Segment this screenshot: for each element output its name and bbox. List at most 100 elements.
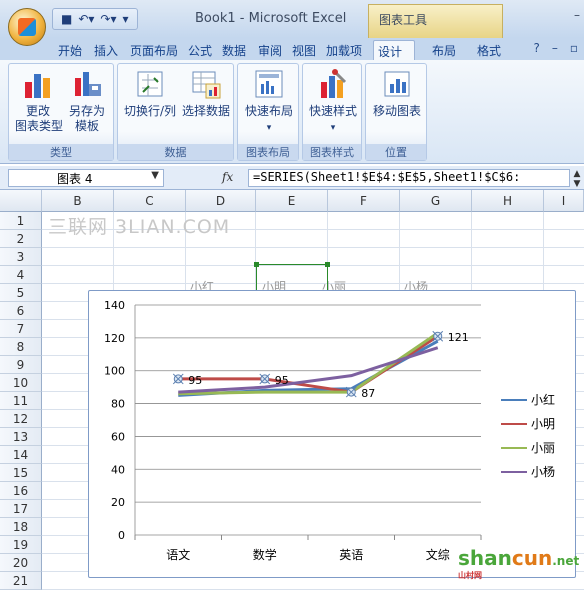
tab-design[interactable]: 设计 bbox=[373, 40, 415, 60]
column-header[interactable]: B bbox=[42, 190, 114, 212]
y-tick-label: 20 bbox=[111, 496, 125, 509]
name-box-value: 图表 4 bbox=[57, 172, 93, 186]
row-header[interactable]: 2 bbox=[0, 230, 42, 248]
move-chart-button[interactable]: 移动图表 bbox=[369, 68, 425, 119]
formula-bar: 图表 4 ▼ fx =SERIES(Sheet1!$E$4:$E$5,Sheet… bbox=[0, 166, 584, 190]
legend-swatch bbox=[501, 422, 527, 425]
watermark-text: 三联网 3LIAN.COM bbox=[48, 216, 231, 238]
redo-icon[interactable]: ↷▾ bbox=[100, 12, 116, 26]
row-header[interactable]: 11 bbox=[0, 392, 42, 410]
row-header[interactable]: 1 bbox=[0, 212, 42, 230]
data-label: 87 bbox=[361, 387, 375, 400]
save-icon[interactable]: ■ bbox=[61, 12, 72, 26]
formula-input[interactable]: =SERIES(Sheet1!$E$4:$E$5,Sheet1!$C$6: bbox=[248, 169, 570, 187]
chart-type-icon bbox=[22, 68, 54, 100]
move-chart-label: 移动图表 bbox=[372, 104, 421, 118]
tab-page-layout[interactable]: 页面布局 bbox=[126, 40, 182, 60]
row-header[interactable]: 18 bbox=[0, 518, 42, 536]
row-header[interactable]: 13 bbox=[0, 428, 42, 446]
chart-tools-context: 图表工具 bbox=[368, 4, 503, 38]
row-header[interactable]: 6 bbox=[0, 302, 42, 320]
row-header[interactable]: 7 bbox=[0, 320, 42, 338]
row-header[interactable]: 20 bbox=[0, 554, 42, 572]
row-header[interactable]: 21 bbox=[0, 572, 42, 590]
legend-item[interactable]: 小明 bbox=[501, 415, 555, 432]
column-header[interactable]: G bbox=[400, 190, 472, 212]
quick-access-toolbar: ■ ↶▾ ↷▾ ▾ bbox=[52, 8, 138, 30]
row-header[interactable]: 9 bbox=[0, 356, 42, 374]
name-box-dropdown-icon[interactable]: ▼ bbox=[151, 170, 159, 181]
switch-row-column-icon bbox=[134, 68, 166, 100]
restore-icon[interactable]: ▫ bbox=[570, 41, 578, 55]
select-data-button[interactable]: 选择数据 bbox=[180, 68, 232, 119]
quick-layout-button[interactable]: 快速布局 ▾ bbox=[242, 68, 296, 136]
undo-icon[interactable]: ↶▾ bbox=[78, 12, 94, 26]
logo-text-accent: cun bbox=[511, 546, 553, 570]
tab-data[interactable]: 数据 bbox=[218, 40, 250, 60]
column-header[interactable]: I bbox=[544, 190, 584, 212]
switch-row-column-button[interactable]: 切换行/列 bbox=[122, 68, 178, 119]
tab-view[interactable]: 视图 bbox=[288, 40, 320, 60]
insert-function-icon[interactable]: fx bbox=[222, 170, 233, 184]
name-box[interactable]: 图表 4 ▼ bbox=[8, 169, 164, 187]
row-header[interactable]: 8 bbox=[0, 338, 42, 356]
save-template-icon bbox=[71, 68, 103, 100]
y-tick-label: 0 bbox=[118, 529, 125, 542]
tab-review[interactable]: 审阅 bbox=[254, 40, 286, 60]
tab-format[interactable]: 格式 bbox=[473, 40, 505, 60]
move-chart-icon bbox=[381, 68, 413, 100]
quick-styles-dropdown-icon: ▾ bbox=[330, 123, 336, 133]
group-chart-styles: 快速样式 ▾ 图表样式 bbox=[302, 63, 362, 161]
select-all-corner[interactable] bbox=[0, 190, 42, 212]
column-header[interactable]: C bbox=[114, 190, 186, 212]
legend-item[interactable]: 小丽 bbox=[501, 439, 555, 456]
tab-formulas[interactable]: 公式 bbox=[184, 40, 216, 60]
column-header[interactable]: F bbox=[328, 190, 400, 212]
save-as-template-button[interactable]: 另存为 模板 bbox=[65, 68, 109, 134]
formula-expand-icon[interactable]: ▲ ▼ bbox=[572, 169, 582, 189]
row-header[interactable]: 16 bbox=[0, 482, 42, 500]
logo-text-suffix: .net bbox=[552, 554, 580, 568]
legend-swatch bbox=[501, 470, 527, 473]
row-header[interactable]: 12 bbox=[0, 410, 42, 428]
line-chart[interactable]: 0 20 40 60 80 100 120 140 语文 数学 英语 文综 95 95 87 121 小红 小明… bbox=[88, 290, 576, 578]
window-controls: – bbox=[574, 8, 580, 22]
quick-styles-button[interactable]: 快速样式 ▾ bbox=[306, 68, 360, 136]
minimize-icon[interactable]: – bbox=[574, 8, 580, 22]
row-header[interactable]: 17 bbox=[0, 500, 42, 518]
column-header[interactable]: E bbox=[256, 190, 328, 212]
help-icon[interactable]: ? bbox=[533, 41, 539, 55]
tab-addins[interactable]: 加载项 bbox=[322, 40, 366, 60]
tab-home[interactable]: 开始 bbox=[54, 40, 86, 60]
customize-qat-icon[interactable]: ▾ bbox=[123, 12, 129, 26]
office-button[interactable] bbox=[8, 8, 46, 46]
row-header[interactable]: 19 bbox=[0, 536, 42, 554]
x-tick-label: 数学 bbox=[253, 547, 277, 562]
legend-label: 小明 bbox=[531, 417, 556, 431]
quick-layout-icon bbox=[253, 68, 285, 100]
site-logo: shancun.net 山村网 bbox=[458, 546, 584, 594]
group-chart-styles-label: 图表样式 bbox=[303, 144, 361, 160]
legend-item[interactable]: 小红 bbox=[501, 391, 555, 408]
column-header[interactable]: D bbox=[186, 190, 256, 212]
row-header[interactable]: 14 bbox=[0, 446, 42, 464]
x-tick-label: 语文 bbox=[166, 547, 190, 562]
column-header[interactable]: H bbox=[472, 190, 544, 212]
ribbon-minimize-icon[interactable]: – bbox=[552, 41, 558, 55]
legend-item[interactable]: 小杨 bbox=[501, 463, 555, 480]
y-tick-label: 140 bbox=[104, 299, 125, 312]
tab-insert[interactable]: 插入 bbox=[90, 40, 122, 60]
row-header[interactable]: 4 bbox=[0, 266, 42, 284]
logo-text-small: 山村网 bbox=[458, 571, 482, 580]
row-header[interactable]: 5 bbox=[0, 284, 42, 302]
tab-layout[interactable]: 布局 bbox=[428, 40, 460, 60]
switch-row-column-label: 切换行/列 bbox=[123, 104, 177, 118]
quick-styles-icon bbox=[317, 68, 349, 100]
group-chart-layouts-label: 图表布局 bbox=[238, 144, 298, 160]
row-header[interactable]: 15 bbox=[0, 464, 42, 482]
group-type: 更改 图表类型 另存为 模板 类型 bbox=[8, 63, 114, 161]
group-location: 移动图表 位置 bbox=[365, 63, 427, 161]
row-header[interactable]: 10 bbox=[0, 374, 42, 392]
change-chart-type-button[interactable]: 更改 图表类型 bbox=[15, 68, 63, 134]
row-header[interactable]: 3 bbox=[0, 248, 42, 266]
